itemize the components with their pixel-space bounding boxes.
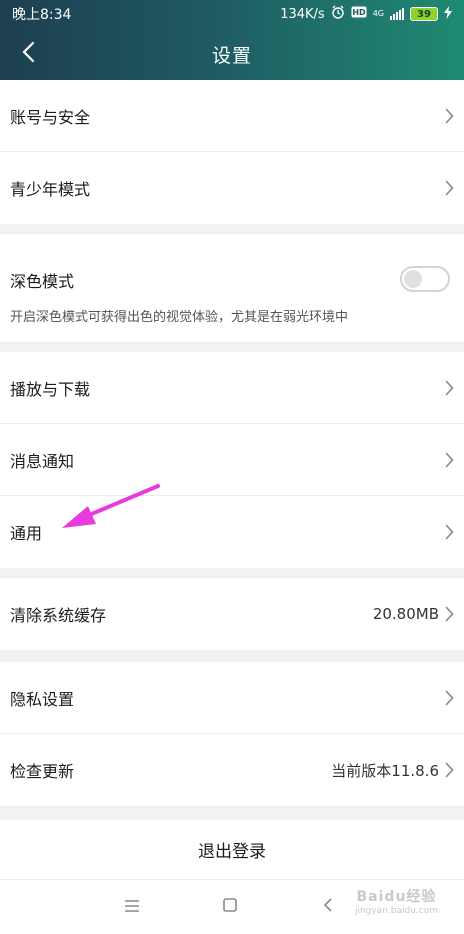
charging-icon — [444, 5, 452, 23]
playback-download-label: 播放与下载 — [10, 379, 91, 399]
notifications-label: 消息通知 — [10, 451, 75, 471]
back-button[interactable] — [8, 34, 48, 74]
current-version: 当前版本11.8.6 — [331, 761, 439, 780]
chevron-right-icon — [445, 380, 454, 396]
dark-mode-description: 开启深色模式可获得出色的视觉体验，尤其是在弱光环境中 — [10, 310, 349, 325]
logout-label: 退出登录 — [198, 842, 266, 862]
other-settings-group: 隐私设置 检查更新 当前版本11.8.6 — [0, 662, 464, 806]
svg-text:HD: HD — [352, 8, 366, 17]
status-time: 晚上8:34 — [12, 7, 72, 23]
menu-icon — [124, 898, 140, 917]
toggle-knob — [404, 270, 422, 288]
account-security-item[interactable]: 账号与安全 — [0, 80, 464, 152]
account-security-label: 账号与安全 — [10, 107, 91, 127]
home-button[interactable] — [217, 894, 243, 920]
cache-size: 20.80MB — [372, 605, 439, 623]
dark-mode-group: 深色模式 开启深色模式可获得出色的视觉体验，尤其是在弱光环境中 — [0, 234, 464, 342]
network-speed: 134K/s — [280, 6, 325, 22]
signal-icon — [390, 8, 404, 20]
notifications-item[interactable]: 消息通知 — [0, 424, 464, 496]
logout-button[interactable]: 退出登录 — [0, 820, 464, 880]
status-indicators: 134K/s HD 4G 39 — [280, 5, 452, 23]
chevron-right-icon — [445, 762, 454, 778]
back-triangle-icon — [323, 897, 333, 917]
home-icon — [222, 897, 238, 917]
app-header: 晚上8:34 134K/s HD 4G 39 设置 — [0, 0, 464, 80]
check-update-label: 检查更新 — [10, 762, 75, 781]
general-settings-group: 播放与下载 消息通知 通用 — [0, 352, 464, 568]
menu-button[interactable] — [119, 894, 145, 920]
system-back-button[interactable] — [315, 894, 341, 920]
clear-cache-item[interactable]: 清除系统缓存 20.80MB — [0, 578, 464, 650]
alarm-icon — [331, 5, 345, 23]
watermark-main: Baidu经验 — [356, 889, 437, 905]
watermark-url: jingyan.baidu.com — [354, 906, 438, 916]
chevron-right-icon — [445, 452, 454, 468]
check-update-item[interactable]: 检查更新 当前版本11.8.6 — [0, 734, 464, 806]
chevron-left-icon — [21, 41, 35, 67]
network-type: 4G — [372, 9, 384, 18]
navigation-bar: 设置 — [0, 28, 464, 80]
chevron-right-icon — [445, 690, 454, 706]
battery-level: 39 — [417, 8, 431, 20]
general-item[interactable]: 通用 — [0, 496, 464, 568]
teen-mode-item[interactable]: 青少年模式 — [0, 152, 464, 224]
hd-icon: HD — [351, 6, 367, 22]
chevron-right-icon — [445, 606, 454, 622]
page-title: 设置 — [211, 44, 252, 67]
dark-mode-item: 深色模式 开启深色模式可获得出色的视觉体验，尤其是在弱光环境中 — [0, 234, 464, 342]
chevron-right-icon — [445, 524, 454, 540]
baidu-jingyan-watermark: Baidu经验 jingyan.baidu.com — [355, 886, 438, 916]
teen-mode-label: 青少年模式 — [10, 180, 91, 199]
privacy-settings-label: 隐私设置 — [10, 689, 75, 709]
chevron-right-icon — [445, 180, 454, 196]
status-bar: 晚上8:34 134K/s HD 4G 39 — [0, 0, 464, 28]
dark-mode-toggle[interactable] — [400, 266, 450, 292]
account-settings-group: 账号与安全 青少年模式 — [0, 80, 464, 224]
privacy-settings-item[interactable]: 隐私设置 — [0, 662, 464, 734]
dark-mode-label: 深色模式 — [10, 272, 75, 291]
cache-group: 清除系统缓存 20.80MB — [0, 578, 464, 650]
clear-cache-label: 清除系统缓存 — [10, 606, 107, 625]
chevron-right-icon — [445, 108, 454, 124]
battery-icon: 39 — [410, 7, 438, 21]
general-label: 通用 — [10, 524, 43, 543]
playback-download-item[interactable]: 播放与下载 — [0, 352, 464, 424]
